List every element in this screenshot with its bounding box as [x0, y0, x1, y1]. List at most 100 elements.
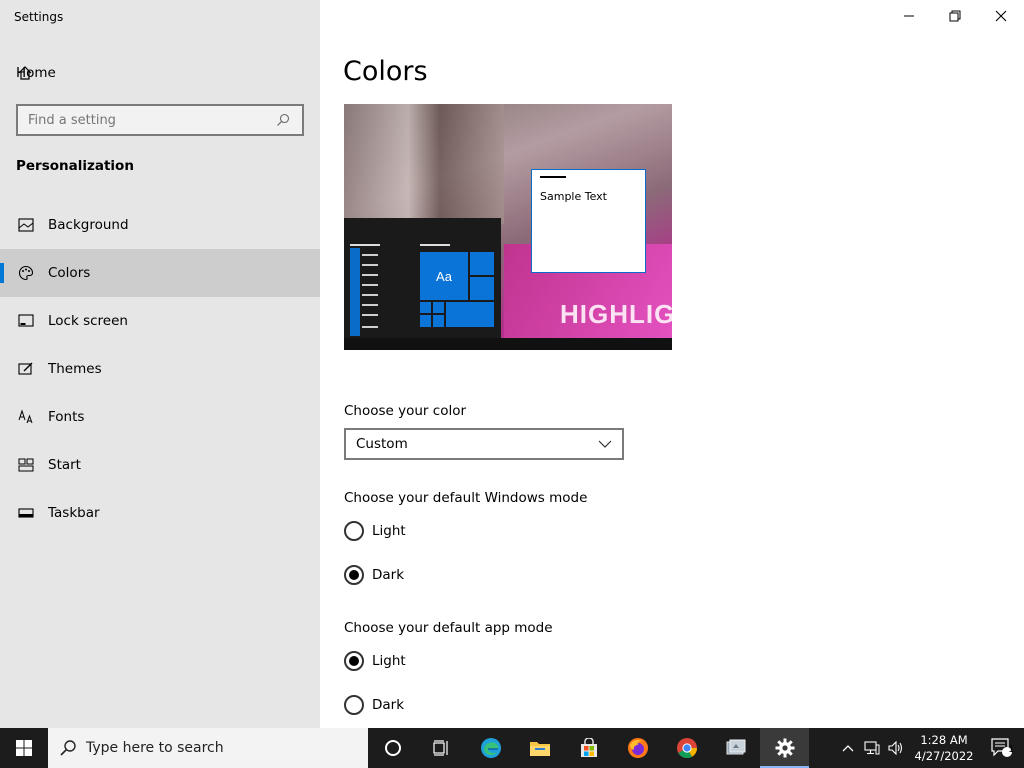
- fonts-icon: [18, 409, 34, 425]
- chrome-icon: [676, 738, 697, 759]
- preview-tile: [420, 302, 431, 313]
- app-icon: [726, 739, 745, 755]
- window-controls: [886, 0, 1024, 32]
- search-icon: [60, 740, 76, 756]
- file-explorer-button[interactable]: [515, 728, 564, 768]
- sidebar-item-label: Taskbar: [48, 505, 100, 521]
- preview-sample-window: Sample Text: [531, 169, 646, 273]
- preview-line: [362, 284, 378, 286]
- preview-start-menu: Aa: [344, 218, 501, 338]
- image-icon: [18, 217, 34, 233]
- network-button[interactable]: [860, 728, 884, 768]
- radio-label: Light: [372, 523, 406, 539]
- preview-line: [362, 314, 378, 316]
- preview-tile: [470, 252, 494, 275]
- chevron-down-icon: [598, 440, 612, 448]
- sidebar-item-start[interactable]: Start: [0, 441, 320, 489]
- preview-line: [362, 274, 378, 276]
- radio-button[interactable]: [344, 651, 364, 671]
- preview-line: [362, 294, 378, 296]
- choose-color-dropdown[interactable]: Custom: [344, 428, 624, 460]
- radio-button[interactable]: [344, 521, 364, 541]
- firefox-icon: [627, 738, 648, 758]
- sidebar-item-lock-screen[interactable]: Lock screen: [0, 297, 320, 345]
- page-title: Colors: [343, 56, 428, 87]
- start-icon: [18, 457, 34, 473]
- windows-mode-dark-radio[interactable]: Dark: [344, 565, 404, 585]
- preview-line: [362, 264, 378, 266]
- chrome-button[interactable]: [662, 728, 711, 768]
- edge-icon: [480, 738, 501, 758]
- sidebar-item-label: Start: [48, 457, 81, 473]
- find-setting-search[interactable]: [16, 104, 304, 136]
- sidebar-item-themes[interactable]: Themes: [0, 345, 320, 393]
- windows-logo-icon: [16, 740, 32, 756]
- sidebar-item-label: Fonts: [48, 409, 85, 425]
- minimize-button[interactable]: [886, 0, 932, 32]
- preview-wallpaper: [344, 104, 504, 224]
- system-tray: 1:28 AM 4/27/2022 1: [836, 728, 1024, 768]
- settings-gear-icon: [775, 738, 794, 758]
- clock-time: 1:28 AM: [920, 733, 968, 747]
- taskbar-search[interactable]: Type here to search: [48, 728, 368, 768]
- sidebar-item-background[interactable]: Background: [0, 201, 320, 249]
- app-button[interactable]: [711, 728, 760, 768]
- firefox-button[interactable]: [613, 728, 662, 768]
- choose-color-label: Choose your color: [344, 403, 467, 419]
- lock-screen-icon: [18, 313, 34, 329]
- windows-mode-light-radio[interactable]: Light: [344, 521, 406, 541]
- preview-taskbar: [344, 338, 672, 350]
- preview-tile-aa: Aa: [420, 252, 468, 300]
- minimize-icon: [904, 15, 914, 17]
- sidebar-item-label: Themes: [48, 361, 102, 377]
- radio-button[interactable]: [344, 695, 364, 715]
- sidebar-item-taskbar[interactable]: Taskbar: [0, 489, 320, 537]
- sidebar: Settings Home Personalization Background…: [0, 0, 320, 728]
- radio-label: Dark: [372, 567, 405, 583]
- taskbar-clock[interactable]: 1:28 AM 4/27/2022: [908, 732, 980, 764]
- sidebar-item-label: Colors: [48, 265, 91, 281]
- color-preview: HIGHLIGH Aa Sample Text: [344, 104, 672, 350]
- find-setting-input[interactable]: [28, 112, 276, 128]
- start-button[interactable]: [0, 728, 48, 768]
- show-hidden-icons-button[interactable]: [836, 728, 860, 768]
- preview-line: [350, 244, 380, 246]
- radio-label: Dark: [372, 697, 405, 713]
- app-mode-light-radio[interactable]: Light: [344, 651, 406, 671]
- volume-button[interactable]: [884, 728, 908, 768]
- taskbar-icon: [18, 505, 34, 521]
- section-title: Personalization: [16, 158, 134, 174]
- edge-button[interactable]: [466, 728, 515, 768]
- restore-icon: [949, 10, 961, 22]
- store-button[interactable]: [564, 728, 613, 768]
- close-icon: [995, 10, 1007, 22]
- task-view-icon: [432, 740, 448, 756]
- app-mode-dark-radio[interactable]: Dark: [344, 695, 404, 715]
- chevron-up-icon: [842, 745, 854, 752]
- preview-tile: [433, 302, 444, 313]
- cortana-icon: [384, 740, 401, 756]
- settings-taskbar-button[interactable]: [760, 728, 809, 768]
- sidebar-home[interactable]: Home: [0, 56, 320, 90]
- preview-line: [420, 244, 450, 246]
- restore-button[interactable]: [932, 0, 978, 32]
- radio-button[interactable]: [344, 565, 364, 585]
- action-center-button[interactable]: 1: [980, 728, 1024, 768]
- sidebar-item-colors[interactable]: Colors: [0, 249, 320, 297]
- preview-line: [362, 254, 378, 256]
- file-explorer-icon: [529, 742, 550, 756]
- cortana-button[interactable]: [368, 728, 417, 768]
- sidebar-item-fonts[interactable]: Fonts: [0, 393, 320, 441]
- notification-count: 1: [1008, 745, 1014, 755]
- volume-icon: [888, 741, 903, 755]
- sample-text: Sample Text: [540, 190, 607, 203]
- close-button[interactable]: [978, 0, 1024, 32]
- app-mode-label: Choose your default app mode: [344, 620, 553, 636]
- clock-date: 4/27/2022: [914, 749, 974, 763]
- sidebar-item-label: Lock screen: [48, 313, 128, 329]
- taskbar-apps: [368, 728, 809, 768]
- store-icon: [580, 738, 597, 757]
- preview-tile: [470, 277, 494, 300]
- home-label: Home: [16, 65, 56, 81]
- task-view-button[interactable]: [417, 728, 466, 768]
